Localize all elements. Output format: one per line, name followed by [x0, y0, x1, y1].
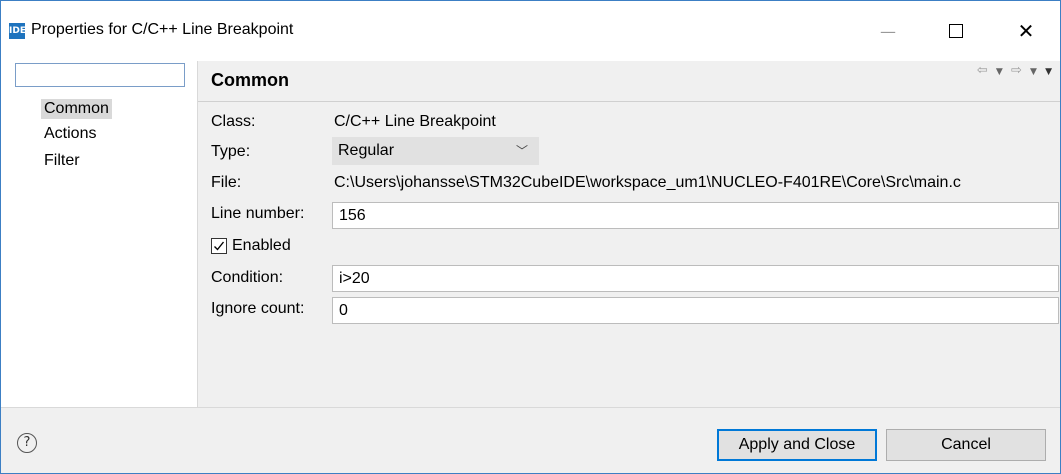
ide-badge-icon: IDE [9, 23, 26, 39]
file-value: C:\Users\johansse\STM32CubeIDE\workspace… [334, 174, 961, 191]
enabled-checkbox[interactable] [211, 238, 227, 254]
ignore-count-field[interactable] [332, 297, 1059, 324]
class-label: Class: [211, 113, 256, 130]
page-tree-panel: Common Actions Filter [1, 61, 198, 407]
type-select[interactable]: Regular ﹀ [332, 137, 539, 165]
enabled-label: Enabled [232, 237, 291, 254]
tree-item-common[interactable]: Common [41, 99, 112, 119]
filter-input[interactable] [15, 63, 185, 87]
help-icon[interactable]: ? [17, 433, 37, 453]
forward-menu-chevron-down-icon[interactable]: ▼ [1030, 67, 1039, 77]
chevron-down-icon: ﹀ [515, 144, 528, 158]
condition-field[interactable] [332, 265, 1059, 292]
class-value: C/C++ Line Breakpoint [334, 113, 496, 130]
page-header: Common ⇦ ▼ ⇨ ▼ ▼ [198, 61, 1060, 102]
cancel-button[interactable]: Cancel [886, 429, 1046, 461]
tree-item-actions[interactable]: Actions [41, 124, 99, 144]
view-menu-chevron-down-icon[interactable]: ▼ [1045, 67, 1054, 77]
line-number-field[interactable] [332, 202, 1059, 229]
maximize-icon [949, 24, 963, 38]
properties-dialog: IDE Properties for C/C++ Line Breakpoint… [0, 0, 1061, 474]
minimize-icon: — [880, 21, 896, 41]
tree-item-filter[interactable]: Filter [41, 151, 83, 171]
close-icon: ✕ [1017, 19, 1035, 43]
minimize-button[interactable]: — [865, 13, 911, 49]
arrow-right-icon[interactable]: ⇨ [1011, 63, 1024, 78]
ignore-count-label: Ignore count: [211, 300, 305, 317]
type-select-value: Regular [338, 142, 395, 159]
title-bar[interactable]: IDE Properties for C/C++ Line Breakpoint… [1, 1, 1060, 61]
page-navigation: ⇦ ▼ ⇨ ▼ ▼ [977, 63, 1054, 78]
file-label: File: [211, 174, 242, 191]
checkmark-icon [214, 241, 225, 251]
line-number-label: Line number: [211, 205, 305, 222]
footer-divider [1, 407, 1060, 408]
close-button[interactable]: ✕ [1003, 13, 1049, 49]
property-page: Common ⇦ ▼ ⇨ ▼ ▼ Class: C/C++ Line Break… [198, 61, 1060, 407]
page-title: Common [211, 70, 289, 90]
type-label: Type: [211, 143, 251, 160]
window-title: Properties for C/C++ Line Breakpoint [31, 21, 294, 38]
back-menu-chevron-down-icon[interactable]: ▼ [996, 67, 1005, 77]
condition-label: Condition: [211, 269, 284, 286]
maximize-button[interactable] [933, 13, 979, 49]
apply-and-close-button[interactable]: Apply and Close [717, 429, 877, 461]
arrow-left-icon[interactable]: ⇦ [977, 63, 990, 78]
